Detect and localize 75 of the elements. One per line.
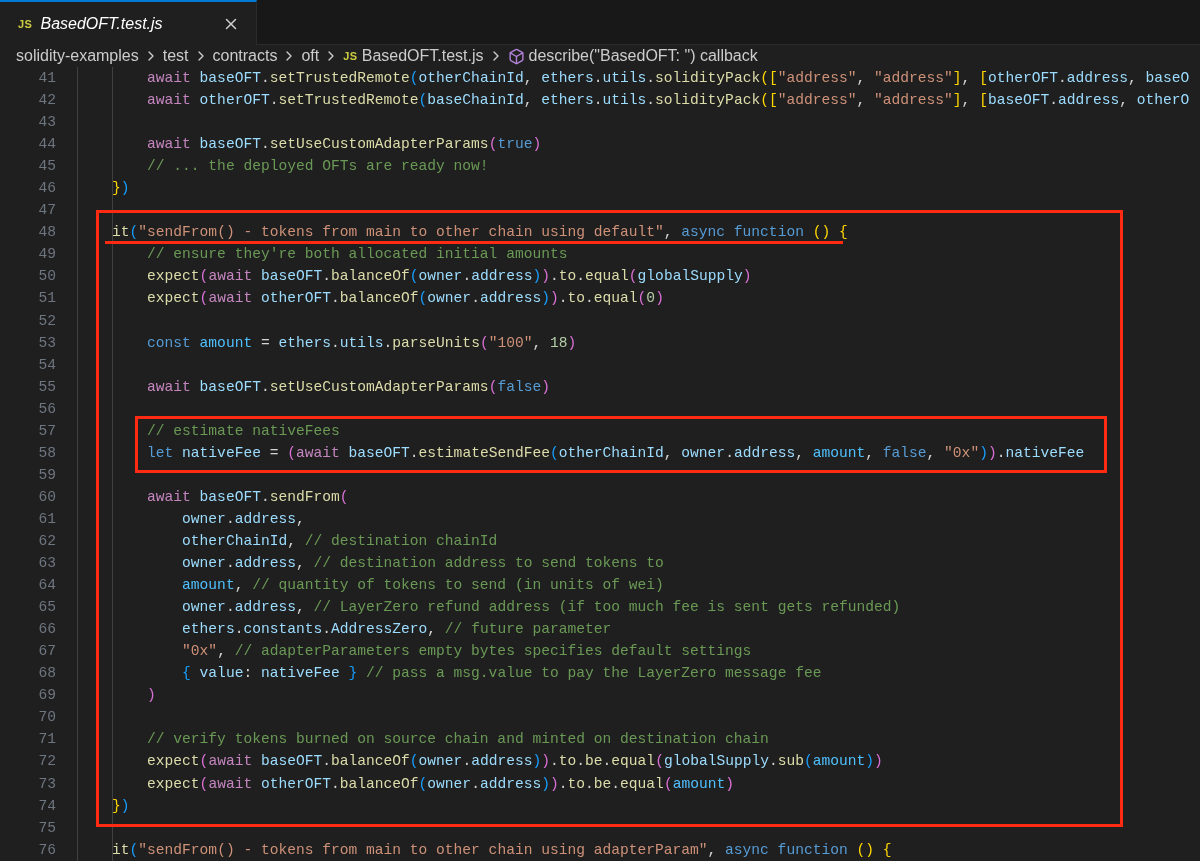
code-line: // ensure they're both allocated initial amounts	[146, 246, 568, 263]
breadcrumb-item[interactable]: describe("BasedOFT: ") callback	[528, 47, 758, 65]
breadcrumb-item[interactable]: solidity-examples	[16, 47, 139, 65]
line-number: 57	[37, 422, 56, 439]
line-number: 48	[37, 224, 56, 241]
code-line: )	[146, 687, 156, 704]
code-line: })	[111, 180, 130, 197]
line-number: 68	[37, 665, 56, 682]
line-number: 74	[37, 797, 56, 814]
line-number: 45	[37, 158, 56, 175]
code-line: it("sendFrom() - tokens from main to other chain using default", async function () {	[111, 224, 848, 241]
code-line: "0x", // adapterParameters empty bytes specifies default settings	[181, 643, 752, 660]
code-line: const amount = ethers.utils.parseUnits("100", 18)	[146, 334, 577, 351]
line-number: 42	[37, 92, 56, 109]
code-line: expect(await otherOFT.balanceOf(owner.address)).to.be.equal(amount)	[146, 775, 734, 792]
line-number: 75	[37, 819, 56, 836]
line-number: 76	[37, 841, 56, 858]
line-number: 55	[37, 378, 56, 395]
line-number: 51	[37, 290, 56, 307]
line-number: 70	[37, 709, 56, 726]
code-line: { value: nativeFee } // pass a msg.value to pay the LayerZero message fee	[181, 665, 822, 682]
code-line: await baseOFT.setUseCustomAdapterParams(true)	[146, 136, 542, 153]
line-number: 63	[37, 555, 56, 572]
code-line: expect(await baseOFT.balanceOf(owner.address)).to.be.equal(globalSupply.sub(amount))	[146, 753, 883, 770]
line-number: 66	[37, 621, 56, 638]
code-line: owner.address, // LayerZero refund address (if too much fee is sent gets refunded)	[181, 599, 901, 616]
line-number: 47	[37, 202, 56, 219]
breadcrumb-item[interactable]: oft	[301, 47, 320, 65]
line-number: 69	[37, 687, 56, 704]
code-line: expect(await baseOFT.balanceOf(owner.address)).to.equal(globalSupply)	[146, 268, 752, 285]
code-line: })	[111, 797, 130, 814]
js-file-icon: JS	[18, 17, 33, 30]
code-line: otherChainId, // destination chainId	[181, 533, 498, 549]
code-line: amount, // quantity of tokens to send (in units of wei)	[181, 577, 664, 594]
breadcrumb-item[interactable]: BasedOFT.test.js	[361, 47, 484, 65]
line-number: 52	[37, 312, 56, 329]
code-line: expect(await otherOFT.balanceOf(owner.address)).to.equal(0)	[146, 290, 664, 307]
cube-icon	[507, 47, 525, 65]
code-line: await baseOFT.setUseCustomAdapterParams(false)	[146, 378, 550, 395]
code-line: await otherOFT.setTrustedRemote(baseChainId, ethers.utils.solidityPack(["address", "address"], [baseOFT.address, otherO	[146, 92, 1190, 109]
editor-tab[interactable]: JS BasedOFT.test.js	[0, 0, 257, 45]
code-line: await baseOFT.setTrustedRemote(otherChainId, ethers.utils.solidityPack(["address", "address"], [otherOFT.address, baseO	[146, 70, 1190, 86]
code-line: it("sendFrom() - tokens from main to other chain using adapterParam", async function () {	[111, 841, 892, 858]
line-number: 44	[37, 136, 56, 153]
code-line: owner.address, // destination address to send tokens to	[181, 555, 664, 572]
code-line: owner.address,	[181, 510, 305, 527]
line-number: 58	[37, 444, 56, 461]
line-number: 72	[37, 753, 56, 770]
line-number: 67	[37, 643, 56, 660]
line-number: 46	[37, 180, 56, 197]
line-number: 41	[37, 70, 56, 86]
line-number: 54	[37, 356, 56, 373]
line-number: 60	[37, 488, 56, 505]
line-number: 43	[37, 114, 56, 131]
code-line: // estimate nativeFees	[146, 422, 340, 439]
code-line: ethers.constants.AddressZero, // future parameter	[181, 621, 612, 638]
breadcrumb-item[interactable]: test	[162, 47, 189, 65]
line-number: 65	[37, 599, 56, 616]
line-number: 64	[37, 577, 56, 594]
line-number: 59	[37, 466, 56, 483]
tab-title: BasedOFT.test.js	[40, 14, 164, 33]
line-number: 73	[37, 775, 56, 792]
code-line: await baseOFT.sendFrom(	[146, 488, 349, 505]
line-number: 49	[37, 246, 56, 263]
line-number: 62	[37, 533, 56, 549]
line-number: 50	[37, 268, 56, 285]
line-number: 56	[37, 400, 56, 417]
breadcrumb-item[interactable]: contracts	[212, 47, 278, 65]
code-line: // ... the deployed OFTs are ready now!	[146, 158, 489, 175]
code-line: let nativeFee = (await baseOFT.estimateSendFee(otherChainId, owner.address, amount, false, "0x")).nativeFee	[146, 444, 1085, 461]
line-number: 53	[37, 334, 56, 351]
js-file-icon: JS	[343, 50, 358, 62]
line-number: 61	[37, 510, 56, 527]
line-number: 71	[37, 731, 56, 748]
code-line: // verify tokens burned on source chain and minted on destination chain	[146, 731, 769, 748]
